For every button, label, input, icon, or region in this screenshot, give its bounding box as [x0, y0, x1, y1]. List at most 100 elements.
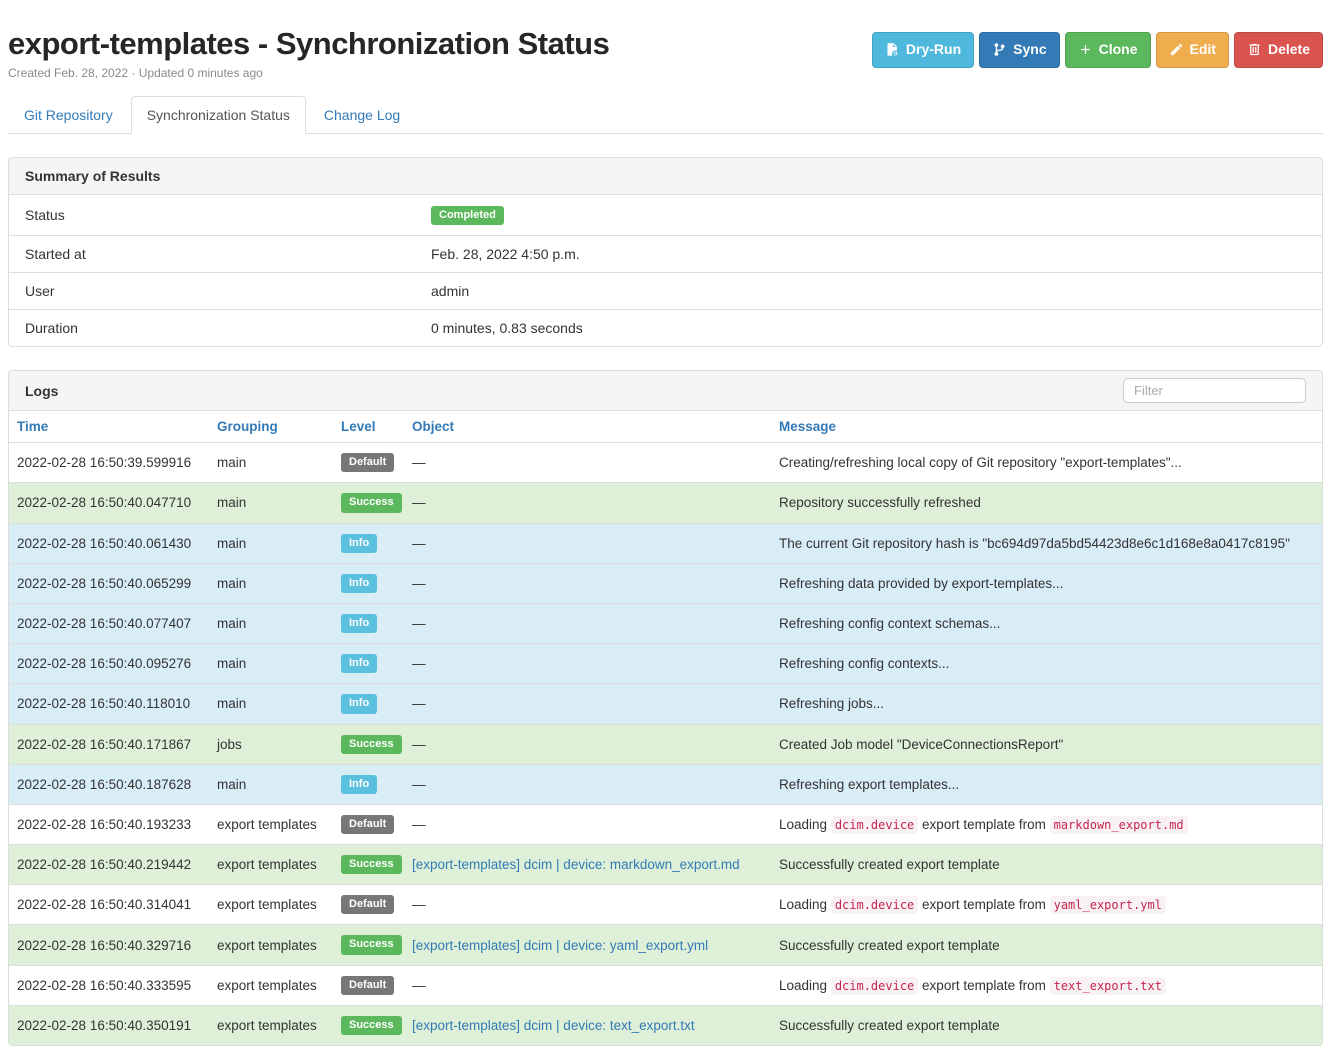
log-time: 2022-02-28 16:50:40.118010: [9, 684, 209, 724]
code-span: dcim.device: [831, 896, 918, 914]
level-badge: Info: [341, 614, 377, 633]
column-header-grouping[interactable]: Grouping: [217, 419, 278, 434]
log-object: —: [404, 483, 771, 523]
empty-object-dash: —: [412, 455, 426, 470]
level-badge: Default: [341, 815, 394, 834]
empty-object-dash: —: [412, 536, 426, 551]
log-row: 2022-02-28 16:50:40.061430mainInfo—The c…: [9, 523, 1322, 563]
tab-synchronization-status[interactable]: Synchronization Status: [131, 96, 306, 134]
sync-button[interactable]: Sync: [979, 32, 1059, 68]
empty-object-dash: —: [412, 737, 426, 752]
empty-object-dash: —: [412, 616, 426, 631]
logs-panel-title: Logs: [25, 383, 58, 399]
log-level: Info: [333, 523, 404, 563]
log-grouping: jobs: [209, 724, 333, 764]
status-badge: Completed: [431, 206, 504, 225]
log-row: 2022-02-28 16:50:40.065299mainInfo—Refre…: [9, 563, 1322, 603]
log-row: 2022-02-28 16:50:40.329716export templat…: [9, 925, 1322, 965]
log-grouping: export templates: [209, 845, 333, 885]
tab-change-log[interactable]: Change Log: [308, 96, 416, 134]
log-object: —: [404, 684, 771, 724]
column-header-level[interactable]: Level: [341, 419, 376, 434]
summary-table: Status Completed Started atFeb. 28, 2022 4…: [9, 195, 1322, 346]
log-level: Info: [333, 764, 404, 804]
log-grouping: main: [209, 603, 333, 643]
level-badge: Success: [341, 935, 402, 954]
summary-label: Started at: [9, 236, 423, 273]
level-badge: Info: [341, 775, 377, 794]
log-row: 2022-02-28 16:50:40.095276mainInfo—Refre…: [9, 644, 1322, 684]
log-row: 2022-02-28 16:50:40.077407main Info — Refre…: [9, 603, 1322, 643]
column-header-message[interactable]: Message: [779, 419, 836, 434]
logs-table: Time Grouping Level Object Message 2022-02-2…: [9, 411, 1322, 1045]
column-header-object[interactable]: Object: [412, 419, 454, 434]
filter-input[interactable]: [1123, 378, 1306, 403]
log-grouping: main: [209, 644, 333, 684]
log-level: Default: [333, 443, 404, 483]
empty-object-dash: —: [412, 777, 426, 792]
log-grouping: main: [209, 563, 333, 603]
pencil-icon: [1169, 42, 1184, 57]
clone-button[interactable]: Clone: [1065, 32, 1151, 68]
object-link[interactable]: [export-templates] dcim | device: markdo…: [412, 857, 740, 872]
empty-object-dash: —: [412, 897, 426, 912]
log-time: 2022-02-28 16:50:40.187628: [9, 764, 209, 804]
log-time: 2022-02-28 16:50:40.065299: [9, 563, 209, 603]
log-time: 2022-02-28 16:50:39.599916: [9, 443, 209, 483]
log-row: 2022-02-28 16:50:40.314041export templat…: [9, 885, 1322, 925]
log-object: —: [404, 804, 771, 844]
summary-panel-title: Summary of Results: [9, 158, 1322, 195]
code-span: dcim.device: [831, 977, 918, 995]
summary-value: admin: [423, 273, 1322, 310]
log-time: 2022-02-28 16:50:40.047710: [9, 483, 209, 523]
object-link[interactable]: [export-templates] dcim | device: text_e…: [412, 1018, 695, 1033]
empty-object-dash: —: [412, 817, 426, 832]
level-badge: Success: [341, 855, 402, 874]
code-span: text_export.txt: [1050, 977, 1166, 995]
summary-panel: Summary of Results Status Completed Starte…: [8, 157, 1323, 347]
summary-row: Useradmin: [9, 273, 1322, 310]
column-header-time[interactable]: Time: [17, 419, 48, 434]
log-time: 2022-02-28 16:50:40.077407: [9, 603, 209, 643]
code-span: yaml_export.yml: [1050, 896, 1166, 914]
summary-row: Started atFeb. 28, 2022 4:50 p.m.: [9, 236, 1322, 273]
log-row: 2022-02-28 16:50:40.171867jobsSuccess—Cr…: [9, 724, 1322, 764]
level-badge: Info: [341, 574, 377, 593]
plus-icon: [1078, 42, 1093, 57]
summary-label: Status: [9, 195, 423, 236]
log-grouping: main: [209, 523, 333, 563]
log-level: Info: [333, 644, 404, 684]
tab-git-repository[interactable]: Git Repository: [8, 96, 129, 134]
log-row: 2022-02-28 16:50:40.193233export templat…: [9, 804, 1322, 844]
trash-icon: [1247, 42, 1262, 57]
edit-button[interactable]: Edit: [1156, 32, 1229, 68]
summary-value: 0 minutes, 0.83 seconds: [423, 310, 1322, 347]
level-badge: Success: [341, 493, 402, 512]
log-grouping: export templates: [209, 1005, 333, 1045]
log-message: Refreshing jobs...: [771, 684, 1322, 724]
log-grouping: export templates: [209, 925, 333, 965]
summary-row: Status Completed: [9, 195, 1322, 236]
action-buttons: Dry-Run SyncCloneEditDelete: [872, 32, 1323, 68]
summary-label: User: [9, 273, 423, 310]
dry-run-button[interactable]: Dry-Run: [872, 32, 974, 68]
log-object: [export-templates] dcim | device: yaml_e…: [404, 925, 771, 965]
logs-panel: Logs Time Grouping Level Object Message 2022…: [8, 370, 1323, 1046]
log-level: Default: [333, 885, 404, 925]
log-object: —: [404, 563, 771, 603]
log-row: 2022-02-28 16:50:40.187628mainInfo—Refre…: [9, 764, 1322, 804]
log-row: 2022-02-28 16:50:40.118010mainInfo—Refre…: [9, 684, 1322, 724]
log-message: Creating/refreshing local copy of Git re…: [771, 443, 1322, 483]
log-time: 2022-02-28 16:50:40.219442: [9, 845, 209, 885]
log-message: Refreshing config context schemas...: [771, 603, 1322, 643]
log-message: Created Job model "DeviceConnectionsRepo…: [771, 724, 1322, 764]
log-time: 2022-02-28 16:50:40.329716: [9, 925, 209, 965]
object-link[interactable]: [export-templates] dcim | device: yaml_e…: [412, 938, 708, 953]
button-label: Dry-Run: [906, 40, 961, 60]
log-level: Success: [333, 724, 404, 764]
level-badge: Info: [341, 654, 377, 673]
tab-bar: Git RepositorySynchronization StatusChan…: [8, 96, 1323, 134]
delete-button[interactable]: Delete: [1234, 32, 1323, 68]
log-level: Success: [333, 483, 404, 523]
log-level: Info: [333, 684, 404, 724]
